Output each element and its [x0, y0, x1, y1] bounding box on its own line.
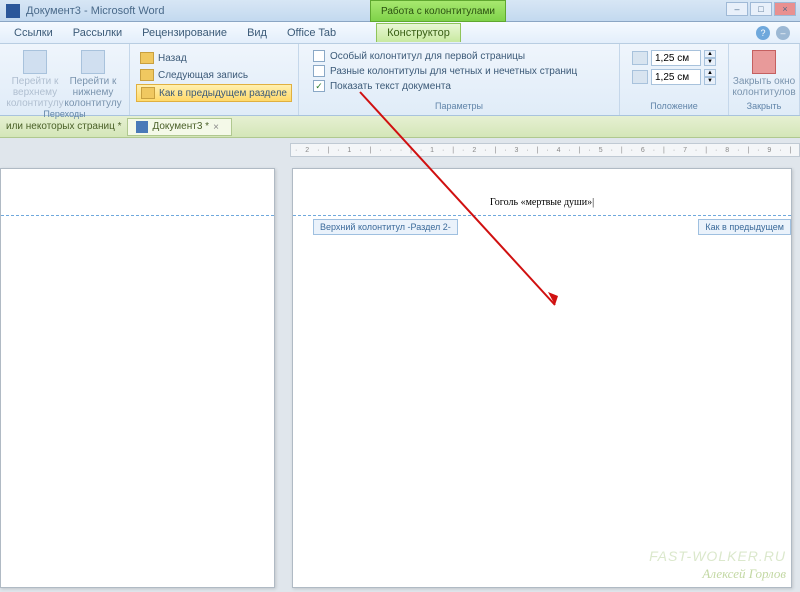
footer-bottom-input[interactable]: [651, 69, 701, 85]
header-icon: [23, 50, 47, 74]
checkbox-show-text[interactable]: ✓Показать текст документа: [313, 80, 605, 92]
margin-top-icon: [632, 51, 648, 65]
header-text[interactable]: Гоголь «мертвые души»: [293, 197, 791, 208]
link-icon: [141, 87, 155, 99]
spin-down[interactable]: ▼: [704, 77, 716, 85]
options-icon[interactable]: –: [776, 26, 790, 40]
watermark-author: Алексей Горлов: [702, 566, 786, 582]
tab-mailings[interactable]: Рассылки: [63, 24, 132, 42]
ribbon: Перейти к верхнему колонтитулу Перейти к…: [0, 44, 800, 116]
goto-footer-button[interactable]: Перейти к нижнему колонтитулу: [64, 46, 122, 109]
page-current[interactable]: Гоголь «мертвые души» Верхний колонтитул…: [292, 168, 792, 588]
spin-up[interactable]: ▲: [704, 69, 716, 77]
word-icon: [6, 4, 20, 18]
header-from-top[interactable]: ▲▼: [632, 50, 716, 66]
window-title: Документ3 - Microsoft Word: [26, 5, 164, 17]
group-position-label: Положение: [626, 101, 722, 113]
header-boundary: [293, 215, 791, 216]
active-doc-tab[interactable]: Документ3 * ×: [127, 118, 232, 136]
footer-from-bottom[interactable]: ▲▼: [632, 69, 716, 85]
horizontal-ruler[interactable]: · 2 · | · 1 · | · · · | · 1 · | · 2 · | …: [290, 143, 800, 157]
close-header-footer-button[interactable]: Закрыть окно колонтитулов: [735, 46, 793, 98]
title-bar: Документ3 - Microsoft Word Работа с коло…: [0, 0, 800, 22]
minimize-button[interactable]: –: [726, 2, 748, 16]
contextual-tab-header: Работа с колонтитулами: [370, 0, 506, 22]
tab-view[interactable]: Вид: [237, 24, 277, 42]
document-workspace: · 2 · | · 1 · | · · · | · 1 · | · 2 · | …: [0, 138, 800, 592]
page-previous[interactable]: [0, 168, 275, 588]
maximize-button[interactable]: □: [750, 2, 772, 16]
arrow-up-icon: [140, 52, 154, 64]
arrow-down-icon: [140, 69, 154, 81]
margin-bottom-icon: [632, 70, 648, 84]
checkbox-first-page[interactable]: Особый колонтитул для первой страницы: [313, 50, 605, 62]
ribbon-tabs: Ссылки Рассылки Рецензирование Вид Offic…: [0, 22, 800, 44]
spin-down[interactable]: ▼: [704, 58, 716, 66]
group-close-label: Закрыть: [735, 101, 793, 113]
group-parameters-label: Параметры: [305, 101, 613, 113]
tab-references[interactable]: Ссылки: [4, 24, 63, 42]
group-transitions-label: Переходы: [6, 109, 123, 121]
close-tab-icon[interactable]: ×: [213, 122, 223, 132]
same-as-previous-tag: Как в предыдущем: [698, 219, 791, 235]
tab-designer[interactable]: Конструктор: [376, 23, 461, 42]
tab-review[interactable]: Рецензирование: [132, 24, 237, 42]
spin-up[interactable]: ▲: [704, 50, 716, 58]
nav-back-button[interactable]: Назад: [136, 50, 292, 66]
close-window-button[interactable]: ×: [774, 2, 796, 16]
header-top-input[interactable]: [651, 50, 701, 66]
close-icon: [752, 50, 776, 74]
left-tab-fragment[interactable]: или некоторых страниц *: [6, 121, 121, 132]
word-doc-icon: [136, 121, 148, 133]
link-to-previous-button[interactable]: Как в предыдущем разделе: [136, 84, 292, 102]
help-icon[interactable]: ?: [756, 26, 770, 40]
goto-header-button: Перейти к верхнему колонтитулу: [6, 46, 64, 109]
footer-icon: [81, 50, 105, 74]
tab-office[interactable]: Office Tab: [277, 24, 346, 42]
header-section-tag: Верхний колонтитул -Раздел 2-: [313, 219, 458, 235]
checkbox-odd-even[interactable]: Разные колонтитулы для четных и нечетных…: [313, 65, 605, 77]
watermark-site: FAST-WOLKER.RU: [649, 548, 786, 564]
nav-next-button[interactable]: Следующая запись: [136, 67, 292, 83]
